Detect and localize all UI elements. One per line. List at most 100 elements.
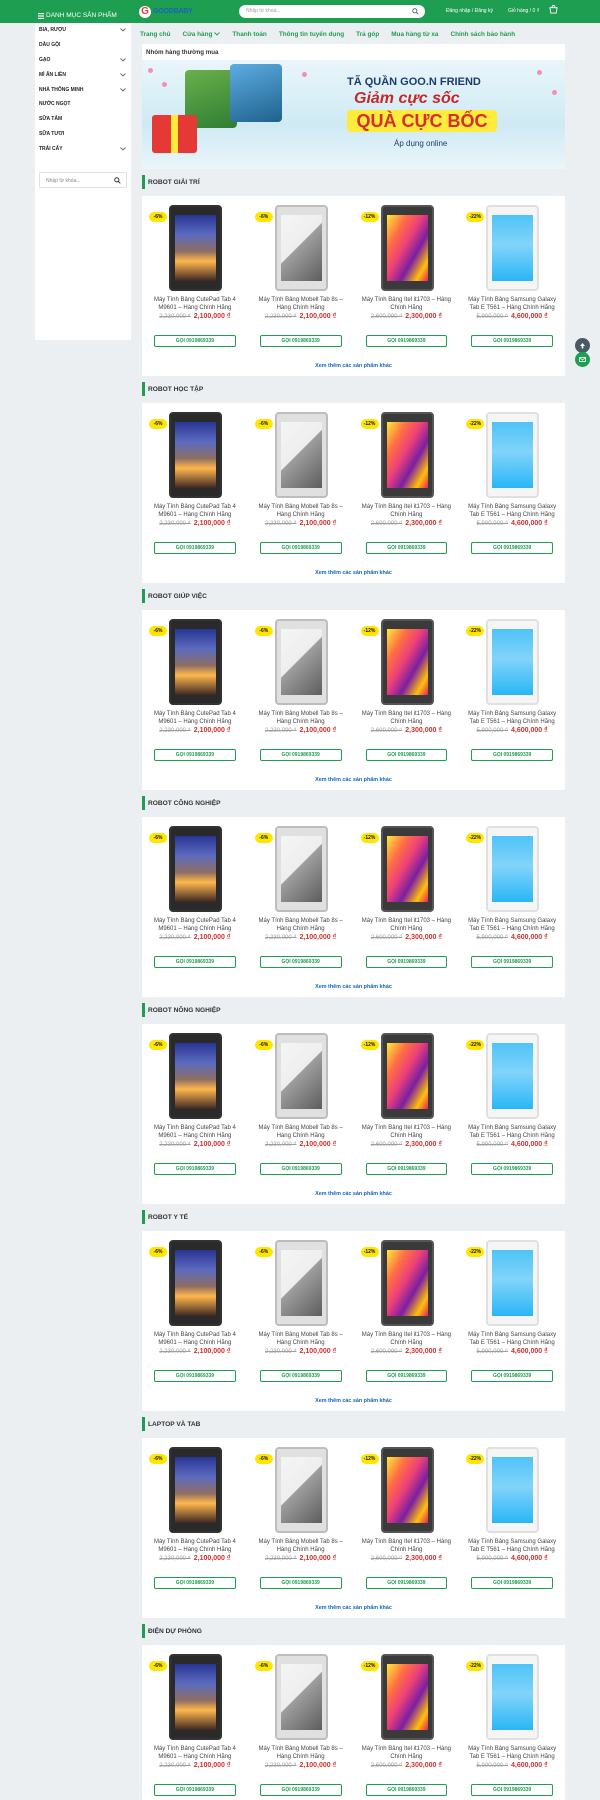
product-name[interactable]: Máy Tính Bảng Mobell Tab 8s – Hàng Chính… [256,504,346,519]
product-card[interactable]: -22% Máy Tính Bảng Samsung Galaxy Tab E T… [459,1231,565,1391]
nav-link[interactable]: Mua hàng từ xa [391,27,438,41]
call-button[interactable]: GỌI 0919869339 [365,1163,448,1175]
product-image[interactable] [169,1654,222,1740]
cart-icon[interactable] [549,5,558,14]
product-name[interactable]: Máy Tính Bảng CutePad Tab 4 M9601 – Hàng… [150,297,240,312]
product-card[interactable]: -22% Máy Tính Bảng Samsung Galaxy Tab E T… [459,1438,565,1598]
product-card[interactable]: -22% Máy Tính Bảng Samsung Galaxy Tab E T… [459,1024,565,1184]
product-image[interactable] [274,1654,328,1740]
product-image[interactable] [274,619,328,705]
view-more-link[interactable]: Xem thêm các sản phẩm khác [142,1605,565,1611]
call-button[interactable]: GỌI 0919869339 [471,749,553,761]
nav-link[interactable]: Chính sách bảo hành [450,27,515,41]
product-name[interactable]: Máy Tính Bảng Itel it1703 – Hàng Chính H… [362,1539,452,1554]
section-title[interactable]: ROBOT GIẢI TRÍ [142,175,200,189]
sidebar-category-item[interactable]: NƯỚC NGỌT [35,97,131,112]
section-title[interactable]: ROBOT HỌC TẬP [142,382,203,396]
product-name[interactable]: Máy Tính Bảng Samsung Galaxy Tab E T561 … [467,918,557,933]
product-image[interactable] [274,205,328,291]
product-name[interactable]: Máy Tính Bảng Itel it1703 – Hàng Chính H… [362,297,452,312]
sidebar-category-item[interactable]: SỮA TƯƠI [35,127,131,142]
product-card[interactable]: -22% Máy Tính Bảng Samsung Galaxy Tab E T… [459,403,565,563]
call-button[interactable]: GỌI 0919869339 [259,956,342,968]
call-button[interactable]: GỌI 0919869339 [471,335,553,347]
product-card[interactable]: -12% Máy Tính Bảng Itel it1703 – Hàng Chí… [354,1438,460,1598]
product-image[interactable] [274,1033,328,1119]
nav-link[interactable]: Cửa hàng [183,27,221,41]
product-name[interactable]: Máy Tính Bảng Mobell Tab 8s – Hàng Chính… [256,1332,346,1347]
product-image[interactable] [380,412,434,498]
product-name[interactable]: Máy Tính Bảng Samsung Galaxy Tab E T561 … [467,1539,557,1554]
nav-link[interactable]: Thanh toán [232,27,266,41]
product-name[interactable]: Máy Tính Bảng Samsung Galaxy Tab E T561 … [467,1125,557,1140]
product-card[interactable]: -6% Máy Tính Bảng CutePad Tab 4 M9601 – H… [142,610,248,770]
product-image[interactable] [380,1240,434,1326]
product-card[interactable]: -12% Máy Tính Bảng Itel it1703 – Hàng Chí… [354,817,460,977]
product-name[interactable]: Máy Tính Bảng Itel it1703 – Hàng Chính H… [362,711,452,726]
call-button[interactable]: GỌI 0919869339 [259,1370,342,1382]
view-more-link[interactable]: Xem thêm các sản phẩm khác [142,1398,565,1404]
sidebar-category-item[interactable]: TRÁI CÂY [35,141,131,156]
product-name[interactable]: Máy Tính Bảng CutePad Tab 4 M9601 – Hàng… [150,711,240,726]
sidebar-category-item[interactable]: GẠO [35,53,131,68]
product-card[interactable]: -12% Máy Tính Bảng Itel it1703 – Hàng Chí… [354,1645,460,1800]
product-card[interactable]: -6% Máy Tính Bảng Mobell Tab 8s – Hàng Ch… [248,610,354,770]
call-button[interactable]: GỌI 0919869339 [259,1163,342,1175]
product-card[interactable]: -6% Máy Tính Bảng Mobell Tab 8s – Hàng Ch… [248,1024,354,1184]
product-card[interactable]: -6% Máy Tính Bảng CutePad Tab 4 M9601 – H… [142,1438,248,1598]
call-button[interactable]: GỌI 0919869339 [259,335,342,347]
product-card[interactable]: -12% Máy Tính Bảng Itel it1703 – Hàng Chí… [354,1024,460,1184]
product-image[interactable] [486,1240,540,1326]
call-button[interactable]: GỌI 0919869339 [259,1577,342,1589]
product-card[interactable]: -12% Máy Tính Bảng Itel it1703 – Hàng Chí… [354,610,460,770]
section-title[interactable]: LAPTOP VÀ TAB [142,1417,200,1431]
call-button[interactable]: GỌI 0919869339 [154,956,236,968]
product-card[interactable]: -6% Máy Tính Bảng Mobell Tab 8s – Hàng Ch… [248,403,354,563]
header-search-input[interactable]: Nhập từ khoá... [239,5,425,18]
product-name[interactable]: Máy Tính Bảng Itel it1703 – Hàng Chính H… [362,918,452,933]
sidebar-category-item[interactable]: SỮA TẮM [35,112,131,127]
product-name[interactable]: Máy Tính Bảng Samsung Galaxy Tab E T561 … [467,1746,557,1761]
product-image[interactable] [486,826,540,912]
product-name[interactable]: Máy Tính Bảng Mobell Tab 8s – Hàng Chính… [256,1539,346,1554]
call-button[interactable]: GỌI 0919869339 [365,542,448,554]
product-card[interactable]: -6% Máy Tính Bảng CutePad Tab 4 M9601 – H… [142,403,248,563]
product-card[interactable]: -6% Máy Tính Bảng Mobell Tab 8s – Hàng Ch… [248,1438,354,1598]
product-image[interactable] [486,619,540,705]
product-name[interactable]: Máy Tính Bảng Itel it1703 – Hàng Chính H… [362,1332,452,1347]
call-button[interactable]: GỌI 0919869339 [154,1784,236,1796]
section-title[interactable]: ROBOT GIÚP VIỆC [142,589,207,603]
product-image[interactable] [169,619,222,705]
call-button[interactable]: GỌI 0919869339 [471,1784,553,1796]
product-name[interactable]: Máy Tính Bảng Samsung Galaxy Tab E T561 … [467,297,557,312]
cart-link[interactable]: Giỏ hàng / 0 ₫ [508,8,539,14]
promo-banner[interactable]: TÃ QUẦN GOO.N FRIEND Giảm cực sốc QUÀ CỰ… [142,60,565,169]
product-image[interactable] [169,1240,222,1326]
product-image[interactable] [274,412,328,498]
call-button[interactable]: GỌI 0919869339 [154,335,236,347]
product-name[interactable]: Máy Tính Bảng CutePad Tab 4 M9601 – Hàng… [150,1539,240,1554]
product-name[interactable]: Máy Tính Bảng Mobell Tab 8s – Hàng Chính… [256,297,346,312]
product-card[interactable]: -6% Máy Tính Bảng Mobell Tab 8s – Hàng Ch… [248,1231,354,1391]
call-button[interactable]: GỌI 0919869339 [471,542,553,554]
product-name[interactable]: Máy Tính Bảng Itel it1703 – Hàng Chính H… [362,1746,452,1761]
call-button[interactable]: GỌI 0919869339 [365,956,448,968]
product-name[interactable]: Máy Tính Bảng CutePad Tab 4 M9601 – Hàng… [150,918,240,933]
product-image[interactable] [486,412,540,498]
section-title[interactable]: ROBOT NÔNG NGHIỆP [142,1003,221,1017]
product-name[interactable]: Máy Tính Bảng CutePad Tab 4 M9601 – Hàng… [150,1125,240,1140]
product-image[interactable] [380,826,434,912]
product-card[interactable]: -6% Máy Tính Bảng Mobell Tab 8s – Hàng Ch… [248,817,354,977]
view-more-link[interactable]: Xem thêm các sản phẩm khác [142,777,565,783]
call-button[interactable]: GỌI 0919869339 [154,1370,236,1382]
product-image[interactable] [486,205,540,291]
call-button[interactable]: GỌI 0919869339 [154,1577,236,1589]
product-card[interactable]: -6% Máy Tính Bảng CutePad Tab 4 M9601 – H… [142,196,248,356]
product-image[interactable] [169,1447,222,1533]
product-image[interactable] [169,412,222,498]
call-button[interactable]: GỌI 0919869339 [471,1370,553,1382]
view-more-link[interactable]: Xem thêm các sản phẩm khác [142,1191,565,1197]
sidebar-category-item[interactable]: MÌ ĂN LIỀN [35,67,131,82]
call-button[interactable]: GỌI 0919869339 [154,542,236,554]
product-name[interactable]: Máy Tính Bảng Samsung Galaxy Tab E T561 … [467,711,557,726]
